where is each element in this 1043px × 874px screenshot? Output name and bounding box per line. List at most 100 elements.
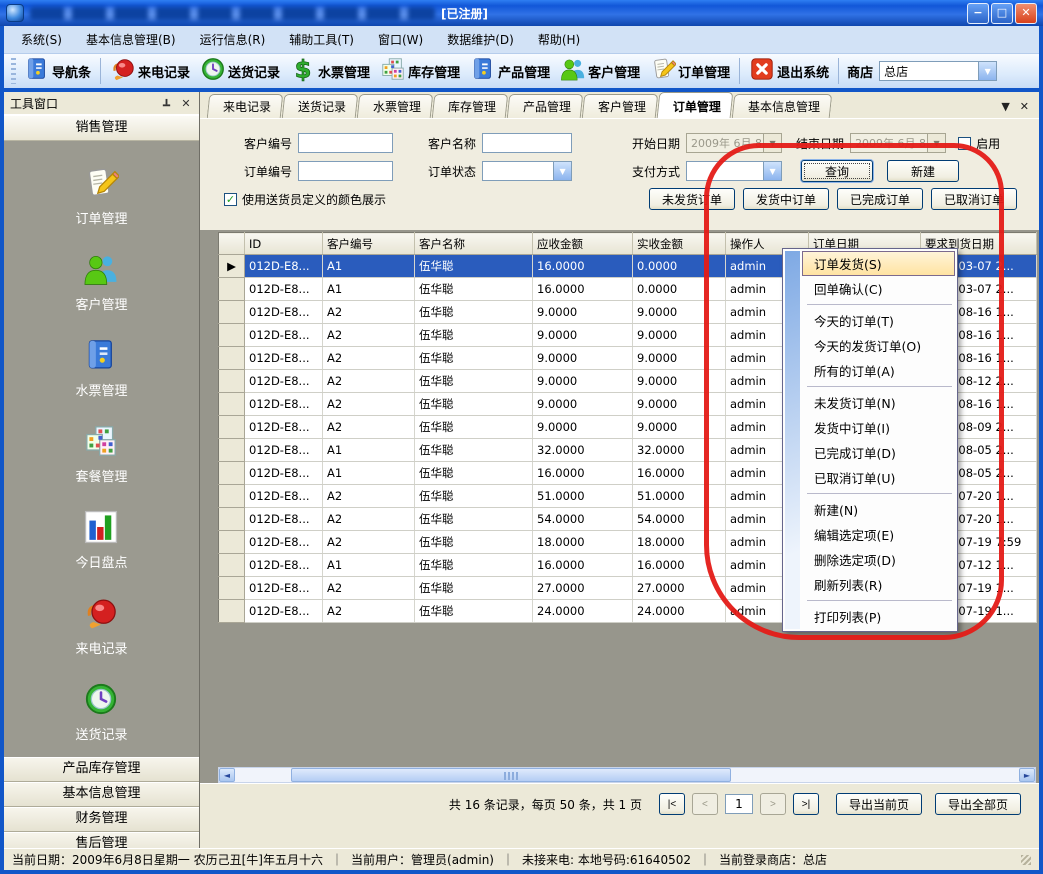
toolbar-button-2[interactable]: 送货记录 xyxy=(195,54,285,88)
first-page-button[interactable]: |< xyxy=(659,793,685,815)
prev-page-button[interactable]: < xyxy=(692,793,718,815)
toolbar-button-4[interactable]: 库存管理 xyxy=(375,54,465,88)
menu-item-3[interactable]: 辅助工具(T) xyxy=(278,27,365,52)
column-header-实收金额[interactable]: 实收金额 xyxy=(633,233,726,255)
tab-来电记录[interactable]: 来电记录 xyxy=(207,94,284,118)
column-header-客户名称[interactable]: 客户名称 xyxy=(415,233,533,255)
tab-送货记录[interactable]: 送货记录 xyxy=(282,94,359,118)
sidebar-group-sales[interactable]: 销售管理 xyxy=(4,115,199,141)
last-page-button[interactable]: >| xyxy=(793,793,819,815)
sidebar-group-财务管理[interactable]: 财务管理 xyxy=(4,807,199,832)
row-selector-cell[interactable] xyxy=(219,577,245,600)
minimize-button[interactable]: − xyxy=(967,3,989,24)
sidebar-item-水票管理[interactable]: 水票管理 xyxy=(75,337,127,399)
tab-基本信息管理[interactable]: 基本信息管理 xyxy=(732,94,833,118)
row-selector-cell[interactable] xyxy=(219,301,245,324)
context-menu-item-13[interactable]: 编辑选定项(E) xyxy=(802,522,955,547)
context-menu-item-14[interactable]: 删除选定项(D) xyxy=(802,547,955,572)
status-filter-button-1[interactable]: 发货中订单 xyxy=(743,188,829,210)
sidebar-item-送货记录[interactable]: 送货记录 xyxy=(75,681,127,743)
column-header-客户编号[interactable]: 客户编号 xyxy=(323,233,415,255)
new-button[interactable]: 新建 xyxy=(887,160,959,182)
row-selector-cell[interactable] xyxy=(219,393,245,416)
row-selector-cell[interactable] xyxy=(219,439,245,462)
toolbar-button-1[interactable]: 来电记录 xyxy=(105,54,195,88)
maximize-button[interactable]: □ xyxy=(991,3,1013,24)
row-selector-cell[interactable] xyxy=(219,324,245,347)
toolbar-button-6[interactable]: 客户管理 xyxy=(555,54,645,88)
chevron-down-icon[interactable]: ▼ xyxy=(763,162,781,180)
row-selector-cell[interactable] xyxy=(219,347,245,370)
scroll-left-icon[interactable]: ◄ xyxy=(219,768,235,782)
tab-close-icon[interactable]: ✕ xyxy=(1020,100,1029,113)
sidebar-item-客户管理[interactable]: 客户管理 xyxy=(75,251,127,313)
row-selector-cell[interactable] xyxy=(219,462,245,485)
context-menu-item-15[interactable]: 刷新列表(R) xyxy=(802,572,955,597)
horizontal-scrollbar[interactable]: ◄ ► xyxy=(218,767,1036,783)
enable-checkbox[interactable] xyxy=(958,137,971,150)
context-menu-item-12[interactable]: 新建(N) xyxy=(802,497,955,522)
context-menu-item-5[interactable]: 所有的订单(A) xyxy=(802,358,955,383)
context-menu-item-0[interactable]: 订单发货(S) xyxy=(802,251,955,276)
color-display-checkbox[interactable]: ✓ xyxy=(224,193,237,206)
customer-no-input[interactable] xyxy=(298,133,393,153)
menu-item-0[interactable]: 系统(S) xyxy=(10,27,73,52)
sidebar-item-套餐管理[interactable]: 套餐管理 xyxy=(75,423,127,485)
menu-item-5[interactable]: 数据维护(D) xyxy=(436,27,525,52)
toolbar-button-0[interactable]: 导航条 xyxy=(19,54,96,88)
end-date-picker[interactable]: 2009年 6月 8日 ▼ xyxy=(850,133,946,153)
shop-select[interactable]: 总店▼ xyxy=(879,61,997,81)
context-menu-item-9[interactable]: 已完成订单(D) xyxy=(802,440,955,465)
pin-icon[interactable] xyxy=(159,96,173,110)
row-selector-cell[interactable] xyxy=(219,370,245,393)
context-menu-item-1[interactable]: 回单确认(C) xyxy=(802,276,955,301)
toolbar-button-8[interactable]: 退出系统 xyxy=(744,54,834,88)
close-button[interactable]: ✕ xyxy=(1015,3,1037,24)
sidebar-group-产品库存管理[interactable]: 产品库存管理 xyxy=(4,757,199,782)
status-filter-button-2[interactable]: 已完成订单 xyxy=(837,188,923,210)
tab-水票管理[interactable]: 水票管理 xyxy=(357,94,434,118)
chevron-down-icon[interactable]: ▼ xyxy=(763,134,781,152)
menu-item-6[interactable]: 帮助(H) xyxy=(527,27,591,52)
toolbar-button-7[interactable]: 订单管理 xyxy=(645,54,735,88)
order-no-input[interactable] xyxy=(298,161,393,181)
context-menu-item-8[interactable]: 发货中订单(I) xyxy=(802,415,955,440)
context-menu-item-7[interactable]: 未发货订单(N) xyxy=(802,390,955,415)
tool-window-close-icon[interactable]: ✕ xyxy=(179,96,193,110)
order-status-select[interactable]: ▼ xyxy=(482,161,572,181)
tab-产品管理[interactable]: 产品管理 xyxy=(507,94,584,118)
sidebar-item-今日盘点[interactable]: 今日盘点 xyxy=(75,509,127,571)
chevron-down-icon[interactable]: ▼ xyxy=(927,134,945,152)
page-number-input[interactable]: 1 xyxy=(725,794,753,814)
context-menu-item-17[interactable]: 打印列表(P) xyxy=(802,604,955,629)
column-header-ID[interactable]: ID xyxy=(245,233,323,255)
column-header-应收金额[interactable]: 应收金额 xyxy=(533,233,633,255)
context-menu-item-10[interactable]: 已取消订单(U) xyxy=(802,465,955,490)
tab-客户管理[interactable]: 客户管理 xyxy=(582,94,659,118)
sidebar-item-订单管理[interactable]: 订单管理 xyxy=(75,165,127,227)
menu-item-1[interactable]: 基本信息管理(B) xyxy=(75,27,187,52)
row-selector-cell[interactable] xyxy=(219,278,245,301)
row-selector-cell[interactable] xyxy=(219,508,245,531)
status-filter-button-0[interactable]: 未发货订单 xyxy=(649,188,735,210)
row-selector-cell[interactable] xyxy=(219,600,245,623)
context-menu-item-4[interactable]: 今天的发货订单(O) xyxy=(802,333,955,358)
tab-库存管理[interactable]: 库存管理 xyxy=(432,94,509,118)
status-filter-button-3[interactable]: 已取消订单 xyxy=(931,188,1017,210)
tab-订单管理[interactable]: 订单管理 xyxy=(657,92,734,118)
row-selector-cell[interactable]: ▶ xyxy=(219,255,245,278)
pay-method-select[interactable]: ▼ xyxy=(686,161,782,181)
toolbar-button-5[interactable]: 产品管理 xyxy=(465,54,555,88)
query-button[interactable]: 查询 xyxy=(801,160,873,182)
export-current-page-button[interactable]: 导出当前页 xyxy=(836,793,922,815)
toolbar-button-3[interactable]: $水票管理 xyxy=(285,54,375,88)
start-date-picker[interactable]: 2009年 6月 8日 ▼ xyxy=(686,133,782,153)
chevron-down-icon[interactable]: ▼ xyxy=(553,162,571,180)
tab-scroll-icon[interactable]: ▼ xyxy=(1001,100,1009,113)
sidebar-group-基本信息管理[interactable]: 基本信息管理 xyxy=(4,782,199,807)
context-menu-item-3[interactable]: 今天的订单(T) xyxy=(802,308,955,333)
chevron-down-icon[interactable]: ▼ xyxy=(978,62,996,80)
scroll-right-icon[interactable]: ► xyxy=(1019,768,1035,782)
scrollbar-thumb[interactable] xyxy=(291,768,731,782)
row-selector-cell[interactable] xyxy=(219,485,245,508)
